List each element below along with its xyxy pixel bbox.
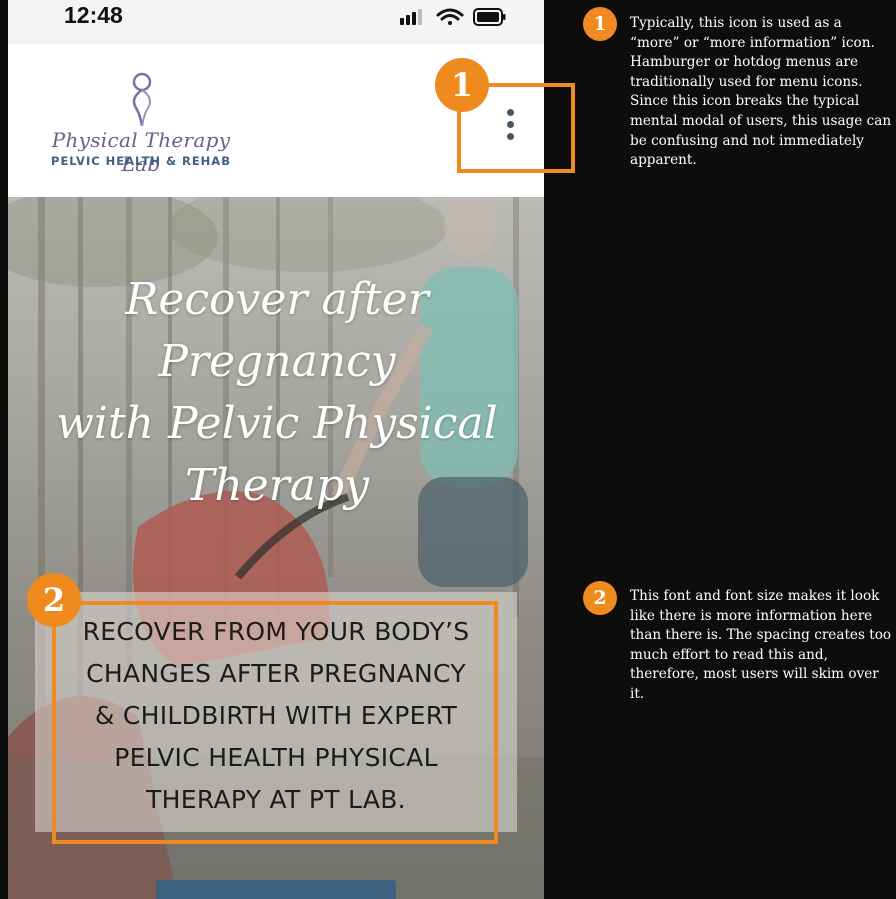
signal-icon — [400, 9, 422, 25]
note-marker-2: 2 — [583, 581, 617, 615]
note-marker-1: 1 — [583, 7, 617, 41]
annotation-note-1: Typically, this icon is used as a “more”… — [630, 15, 892, 169]
logo[interactable]: Physical Therapy Lab PELVIC HEALTH & REH… — [36, 70, 246, 180]
hero-title-line: Recover after Pregnancy — [125, 274, 429, 387]
status-icons — [400, 8, 506, 26]
annotation-marker-1: 1 — [435, 58, 489, 112]
logo-script-text: Physical Therapy Lab — [51, 128, 231, 176]
hero-title-line: Therapy — [184, 460, 369, 511]
highlight-box-2 — [52, 601, 498, 844]
wifi-icon — [436, 8, 464, 25]
logo-subtitle: PELVIC HEALTH & REHAB — [51, 154, 231, 168]
cta-button[interactable] — [156, 880, 396, 899]
annotation-note-2: This font and font size makes it look li… — [630, 588, 892, 702]
status-bar: 12:48 — [8, 0, 544, 44]
logo-figure-icon — [132, 72, 152, 127]
status-time: 12:48 — [64, 2, 123, 28]
battery-icon — [473, 8, 506, 26]
hero-title: Recover after Pregnancy with Pelvic Phys… — [22, 269, 532, 517]
hero-title-line: with Pelvic Physical — [56, 398, 498, 449]
annotation-marker-2: 2 — [27, 573, 81, 627]
